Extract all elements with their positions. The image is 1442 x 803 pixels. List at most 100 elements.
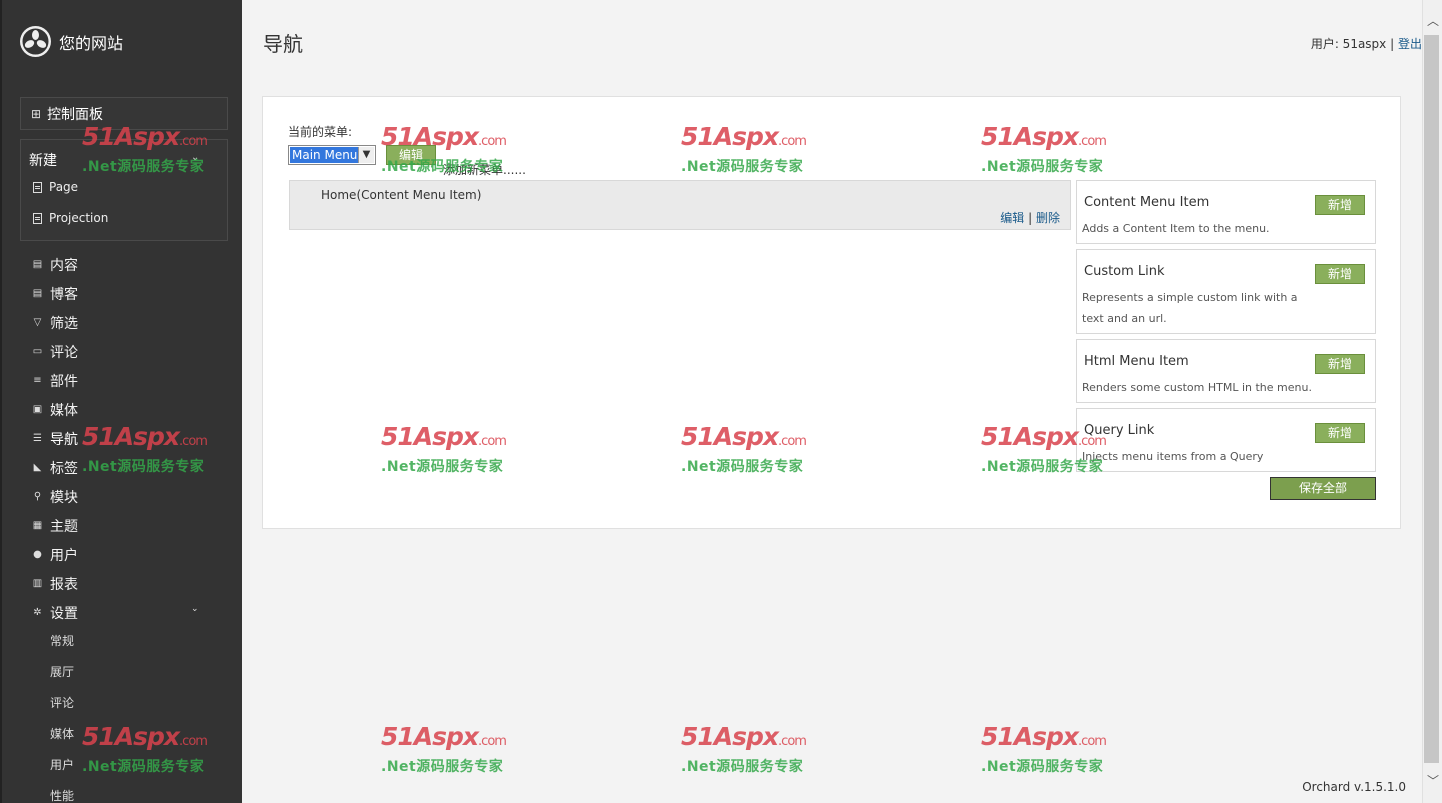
scrollbar-thumb[interactable] bbox=[1424, 35, 1439, 763]
gear-icon: ✲ bbox=[33, 607, 42, 618]
card-description: Renders some custom HTML in the menu. bbox=[1082, 381, 1312, 394]
orchard-logo-icon bbox=[20, 26, 51, 57]
new-item-projection[interactable]: Projection bbox=[33, 211, 108, 225]
widget-icon: ≡ bbox=[33, 375, 42, 386]
sidebar-item-themes[interactable]: ▦ 主题 bbox=[32, 511, 78, 540]
doc-icon bbox=[33, 212, 42, 224]
scroll-up-icon[interactable]: ︿ bbox=[1427, 12, 1439, 29]
site-title: 您的网站 bbox=[59, 33, 124, 53]
sidebar-item-tags[interactable]: ◣ 标签 bbox=[32, 453, 78, 482]
sidebar-item-content[interactable]: ▤ 内容 bbox=[32, 250, 78, 279]
dashboard-icon: ⊞ bbox=[31, 106, 42, 121]
current-menu-label: 当前的菜单: bbox=[288, 125, 353, 139]
version-label: Orchard v.1.5.1.0 bbox=[1302, 780, 1406, 794]
menu-item-home[interactable]: Home(Content Menu Item) bbox=[321, 188, 481, 202]
settings-item-media[interactable]: 媒体 bbox=[50, 718, 74, 749]
sidebar-item-label: 筛选 bbox=[50, 315, 78, 332]
add-new-menu-link[interactable]: 添加新菜单...... bbox=[443, 161, 526, 178]
menu-item-edit-link[interactable]: 编辑 bbox=[1000, 211, 1024, 225]
sidebar-item-comments[interactable]: ▭ 评论 bbox=[32, 337, 78, 366]
sidebar-item-dashboard[interactable]: ⊞ 控制面板 bbox=[20, 97, 228, 130]
new-item-label: Projection bbox=[49, 211, 109, 225]
add-query-link-button[interactable]: 新增 bbox=[1315, 423, 1365, 443]
card-content-menu-item: Content Menu Item Adds a Content Item to… bbox=[1076, 180, 1376, 244]
sidebar-item-settings[interactable]: ✲ 设置 bbox=[32, 598, 78, 627]
sidebar-item-label: 导航 bbox=[50, 431, 78, 448]
doc-icon bbox=[33, 181, 42, 193]
page-title: 导航 bbox=[263, 32, 303, 56]
settings-item-users[interactable]: 用户 bbox=[50, 749, 74, 780]
menu-items-area: Home(Content Menu Item) 编辑 | 删除 bbox=[289, 180, 1071, 230]
card-description: Injects menu items from a Query bbox=[1082, 450, 1264, 463]
settings-subnav: 常规 展厅 评论 媒体 用户 性能 bbox=[50, 625, 74, 803]
new-content-section: 新建 ⌄ Page Projection bbox=[20, 139, 228, 241]
sidebar-item-filter[interactable]: ▽ 筛选 bbox=[32, 308, 78, 337]
card-query-link: Query Link Injects menu items from a Que… bbox=[1076, 408, 1376, 472]
sidebar-item-label: 媒体 bbox=[50, 402, 78, 419]
sidebar-item-label: 用户 bbox=[50, 547, 78, 564]
sidebar-item-label: 标签 bbox=[50, 460, 78, 477]
sidebar-item-blog[interactable]: ▤ 博客 bbox=[32, 279, 78, 308]
navigation-panel: 当前的菜单: Main Menu ▼ 编辑 添加新菜单...... Home(C… bbox=[262, 96, 1401, 529]
sidebar-item-media[interactable]: ▣ 媒体 bbox=[32, 395, 78, 424]
chevron-down-icon[interactable]: ⌄ bbox=[191, 604, 199, 614]
user-icon: ● bbox=[33, 549, 42, 560]
new-section-label[interactable]: 新建 bbox=[29, 150, 57, 170]
card-description: Adds a Content Item to the menu. bbox=[1082, 222, 1270, 235]
sidebar: 您的网站 ⊞ 控制面板 新建 ⌄ Page Projection ▤ 内容 ▤ 博客… bbox=[0, 0, 242, 803]
vertical-scrollbar[interactable]: ︿ ﹀ bbox=[1422, 0, 1442, 803]
doc-icon: ▤ bbox=[32, 288, 43, 299]
settings-item-performance[interactable]: 性能 bbox=[50, 780, 74, 803]
filter-icon: ▽ bbox=[33, 317, 42, 328]
comment-icon: ▭ bbox=[32, 346, 43, 357]
user-name: 用户: 51aspx bbox=[1310, 37, 1387, 51]
card-title: Content Menu Item bbox=[1084, 195, 1210, 210]
sidebar-item-label: 博客 bbox=[50, 286, 78, 303]
menu-item-delete-link[interactable]: 删除 bbox=[1036, 211, 1060, 225]
sidebar-item-label: 报表 bbox=[50, 576, 78, 593]
card-title: Query Link bbox=[1084, 423, 1155, 438]
add-html-menu-item-button[interactable]: 新增 bbox=[1315, 354, 1365, 374]
settings-item-gallery[interactable]: 展厅 bbox=[50, 656, 74, 687]
add-custom-link-button[interactable]: 新增 bbox=[1315, 264, 1365, 284]
sidebar-item-label: 评论 bbox=[50, 344, 78, 361]
sidebar-item-label: 主题 bbox=[50, 518, 78, 535]
dashboard-label: 控制面板 bbox=[47, 106, 104, 123]
sidebar-nav: ▤ 内容 ▤ 博客 ▽ 筛选 ▭ 评论 ≡ 部件 ▣ 媒体 ☰ 导航 ◣ 标签 ⚲ 模块 ▦ 主题 … bbox=[32, 250, 78, 627]
main-content: 导航 用户: 51aspx | 登出 当前的菜单: Main Menu ▼ 编辑… bbox=[242, 0, 1422, 803]
menu-select-value: Main Menu bbox=[290, 147, 360, 163]
chevron-down-icon[interactable]: ▼ bbox=[358, 147, 374, 163]
card-description: Represents a simple custom link with a t… bbox=[1082, 291, 1298, 325]
user-separator: | bbox=[1390, 37, 1395, 51]
sidebar-item-users[interactable]: ● 用户 bbox=[32, 540, 78, 569]
card-html-menu-item: Html Menu Item Renders some custom HTML … bbox=[1076, 339, 1376, 403]
save-all-button[interactable]: 保存全部 bbox=[1270, 477, 1376, 500]
sidebar-item-label: 内容 bbox=[50, 257, 78, 274]
add-content-menu-item-button[interactable]: 新增 bbox=[1315, 195, 1365, 215]
scroll-down-icon[interactable]: ﹀ bbox=[1427, 772, 1439, 789]
logout-link[interactable]: 登出 bbox=[1398, 37, 1422, 51]
report-icon: ▥ bbox=[32, 578, 43, 589]
user-bar: 用户: 51aspx | 登出 bbox=[1311, 35, 1422, 52]
menu-item-action-separator: | bbox=[1028, 211, 1033, 225]
doc-icon: ▤ bbox=[32, 259, 43, 270]
theme-icon: ▦ bbox=[32, 520, 43, 531]
sidebar-item-label: 设置 bbox=[50, 605, 78, 622]
new-item-page[interactable]: Page bbox=[33, 180, 78, 194]
sidebar-item-modules[interactable]: ⚲ 模块 bbox=[32, 482, 78, 511]
module-icon: ⚲ bbox=[33, 491, 42, 502]
settings-item-comments[interactable]: 评论 bbox=[50, 687, 74, 718]
chevron-down-icon[interactable]: ⌄ bbox=[191, 152, 199, 163]
edit-menu-button[interactable]: 编辑 bbox=[386, 145, 436, 165]
sidebar-item-label: 部件 bbox=[50, 373, 78, 390]
media-icon: ▣ bbox=[32, 404, 43, 415]
sidebar-item-widgets[interactable]: ≡ 部件 bbox=[32, 366, 78, 395]
nav-icon: ☰ bbox=[33, 433, 42, 444]
sidebar-item-reports[interactable]: ▥ 报表 bbox=[32, 569, 78, 598]
card-custom-link: Custom Link Represents a simple custom l… bbox=[1076, 249, 1376, 334]
sidebar-item-navigation[interactable]: ☰ 导航 bbox=[32, 424, 78, 453]
site-brand[interactable]: 您的网站 bbox=[20, 26, 123, 57]
menu-select[interactable]: Main Menu ▼ bbox=[288, 145, 376, 165]
sidebar-item-label: 模块 bbox=[50, 489, 78, 506]
settings-item-general[interactable]: 常规 bbox=[50, 625, 74, 656]
